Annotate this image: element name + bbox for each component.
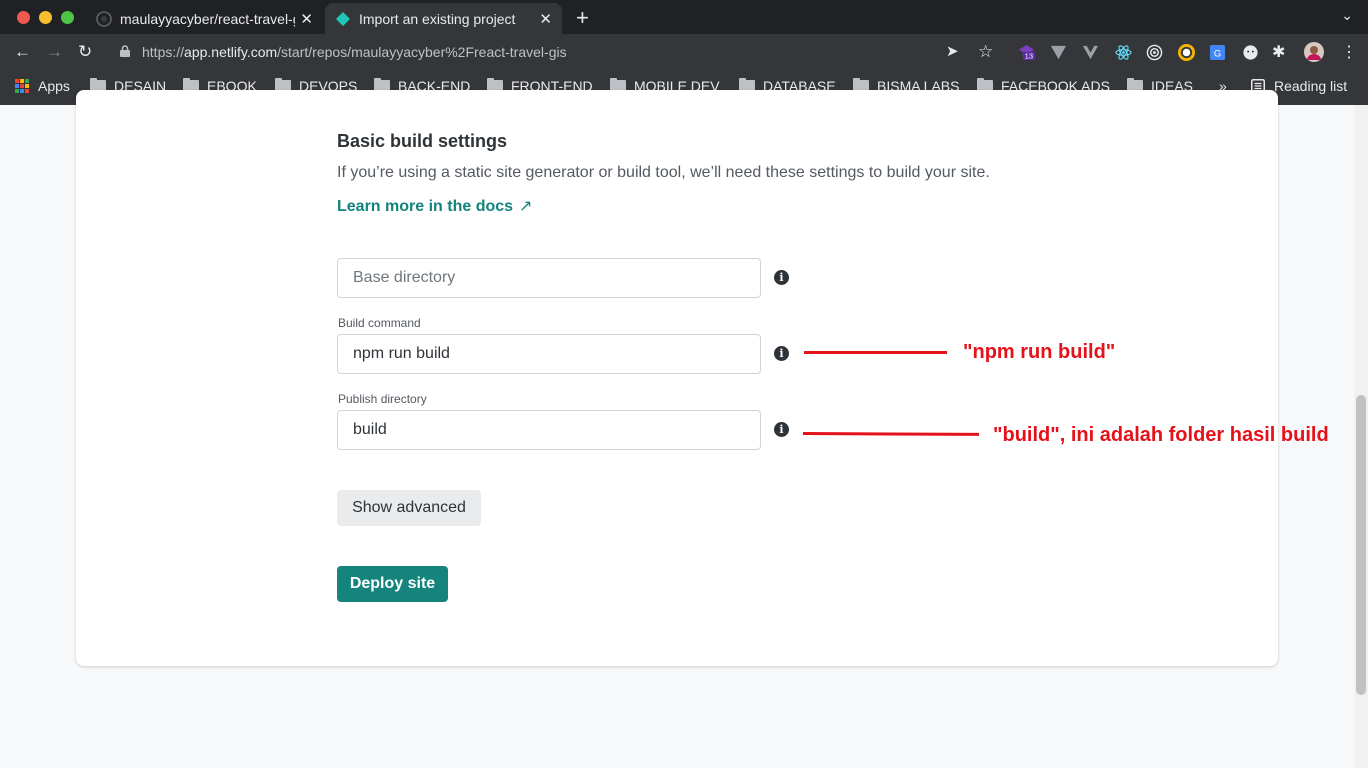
deploy-site-button[interactable]: Deploy site — [337, 566, 448, 602]
vue-icon[interactable] — [1082, 44, 1099, 61]
info-icon[interactable]: i — [774, 270, 789, 285]
tab-title: maulayyacyber/react-travel-gis — [120, 10, 295, 27]
build-command-input[interactable] — [337, 334, 761, 374]
browser-toolbar: ← → ↻ https://app.netlify.com/start/repo… — [0, 34, 1368, 71]
external-link-icon: ↗ — [519, 198, 533, 215]
scrollbar-thumb[interactable] — [1356, 395, 1366, 695]
info-icon[interactable]: i — [774, 346, 789, 361]
send-icon[interactable]: ➤ — [946, 42, 959, 60]
svg-text:13: 13 — [1025, 52, 1033, 61]
address-bar[interactable]: https://app.netlify.com/start/repos/maul… — [108, 37, 1008, 68]
emoji-icon[interactable] — [1242, 44, 1259, 61]
more-menu-icon[interactable]: ⋮ — [1341, 42, 1357, 62]
react-devtools-icon[interactable] — [1115, 44, 1132, 61]
github-icon — [96, 10, 112, 27]
new-tab-button[interactable]: + — [576, 5, 589, 31]
publish-directory-label: Publish directory — [338, 392, 427, 406]
publish-directory-input[interactable] — [337, 410, 761, 450]
svg-text:G: G — [1214, 48, 1221, 59]
docs-link-label: Learn more in the docs — [337, 198, 514, 215]
back-icon[interactable]: ← — [14, 42, 31, 62]
close-tab-icon[interactable]: ✕ — [300, 10, 313, 28]
bookmark-label: Apps — [38, 78, 70, 94]
reading-list-label: Reading list — [1274, 78, 1348, 94]
base-directory-input[interactable] — [337, 258, 761, 298]
close-tab-icon[interactable]: ✕ — [539, 10, 552, 28]
bookmark-apps[interactable]: Apps — [15, 78, 70, 94]
forward-icon[interactable]: → — [46, 42, 63, 62]
annotation-arrow-line — [804, 351, 947, 354]
tab-strip: maulayyacyber/react-travel-gis ✕ Import … — [0, 0, 1368, 34]
url-text: https://app.netlify.com/start/repos/maul… — [142, 44, 567, 60]
target-icon[interactable] — [1146, 44, 1163, 61]
bookmark-star-icon[interactable]: ☆ — [978, 42, 993, 62]
learn-more-docs-link[interactable]: Learn more in the docs ↗ — [337, 196, 532, 216]
build-command-label: Build command — [338, 316, 421, 330]
tab-github[interactable]: maulayyacyber/react-travel-gis ✕ — [86, 3, 323, 34]
netlify-icon — [336, 11, 350, 26]
show-advanced-button[interactable]: Show advanced — [337, 490, 481, 526]
extensions-puzzle-icon[interactable]: ✱ — [1272, 42, 1285, 62]
page-scrollbar[interactable] — [1354, 105, 1368, 768]
annotation-build-command: "npm run build" — [963, 341, 1116, 363]
apps-grid-icon — [15, 79, 29, 93]
annotation-publish-directory: "build", ini adalah folder hasil build — [993, 424, 1329, 446]
color-picker-icon[interactable] — [1178, 44, 1195, 61]
section-title: Basic build settings — [337, 131, 508, 151]
section-description: If you’re using a static site generator … — [337, 164, 990, 181]
translate-icon[interactable]: G — [1209, 44, 1226, 61]
tab-title: Import an existing project — [359, 10, 516, 27]
minimize-window-button[interactable] — [39, 11, 52, 24]
maximize-window-button[interactable] — [61, 11, 74, 24]
profile-avatar[interactable] — [1304, 42, 1324, 62]
close-window-button[interactable] — [17, 11, 30, 24]
tab-netlify[interactable]: Import an existing project ✕ — [325, 3, 562, 34]
reload-icon[interactable]: ↻ — [78, 42, 92, 62]
extension-badge-icon[interactable]: 13 — [1018, 44, 1035, 61]
tab-search-icon[interactable]: ⌄ — [1341, 7, 1353, 24]
lock-icon — [120, 45, 130, 57]
vue-devtools-icon[interactable] — [1050, 44, 1067, 61]
info-icon[interactable]: i — [774, 422, 789, 437]
